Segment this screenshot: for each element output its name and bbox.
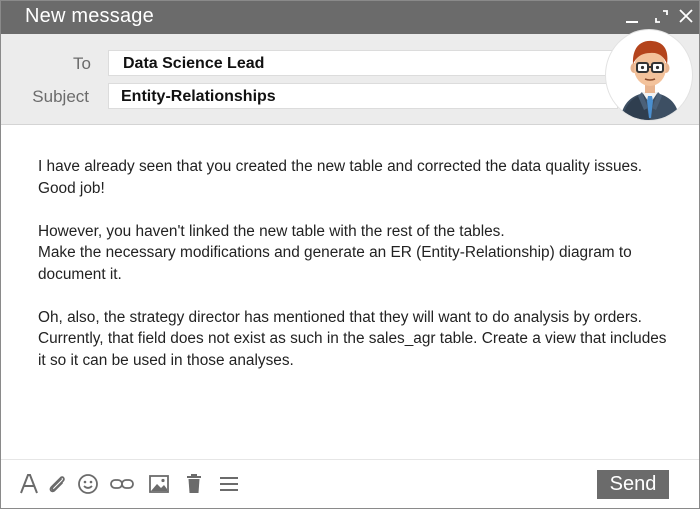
- subject-field[interactable]: Entity-Relationships: [108, 83, 618, 109]
- avatar: [605, 29, 693, 121]
- body-paragraph: I have already seen that you created the…: [38, 158, 643, 197]
- title-bar: New message: [1, 1, 699, 34]
- message-body[interactable]: I have already seen that you created the…: [38, 156, 678, 393]
- expand-icon[interactable]: [652, 7, 672, 27]
- to-label: To: [73, 54, 91, 73]
- minimize-icon[interactable]: [623, 7, 643, 27]
- emoji-icon[interactable]: [76, 472, 100, 496]
- trash-icon[interactable]: [182, 472, 206, 496]
- image-icon[interactable]: [147, 472, 171, 496]
- subject-label: Subject: [32, 87, 89, 106]
- close-icon[interactable]: [677, 7, 697, 27]
- link-icon[interactable]: [109, 472, 134, 496]
- compose-window: New message To Data Science Lead Subject…: [0, 0, 700, 509]
- window-title: New message: [25, 5, 154, 27]
- body-paragraph: However, you haven't linked the new tabl…: [38, 222, 632, 283]
- text-format-icon[interactable]: [17, 472, 41, 496]
- compose-toolbar: Send: [1, 459, 699, 508]
- to-field[interactable]: Data Science Lead: [108, 50, 618, 76]
- paperclip-icon[interactable]: [45, 472, 69, 496]
- message-header: To Data Science Lead Subject Entity-Rela…: [1, 34, 699, 125]
- body-paragraph: Oh, also, the strategy director has ment…: [38, 308, 667, 369]
- send-button[interactable]: Send: [597, 470, 669, 499]
- more-options-icon[interactable]: [217, 472, 241, 496]
